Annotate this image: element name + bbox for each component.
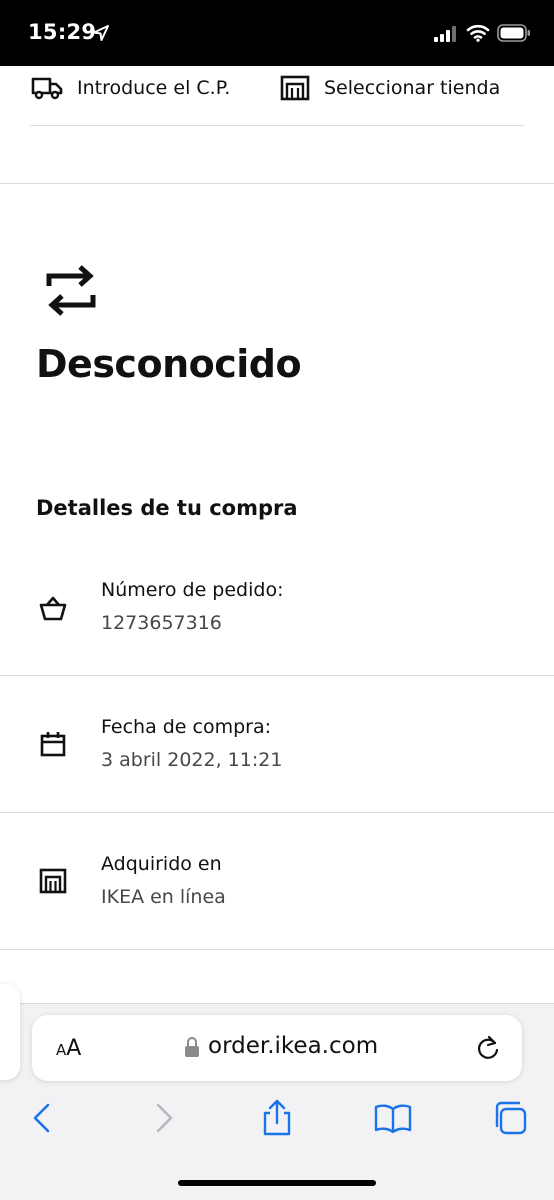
purchase-details-heading: Detalles de tu compra: [36, 496, 298, 520]
row-divider: [0, 949, 554, 950]
select-store-button[interactable]: Seleccionar tienda: [280, 70, 500, 106]
detail-label: Número de pedido:: [101, 579, 284, 601]
exchange-arrows-icon: [46, 265, 96, 316]
basket-icon: [39, 596, 67, 621]
text-size-large-a: A: [66, 1036, 82, 1061]
home-indicator: [178, 1180, 376, 1186]
previous-tab-preview[interactable]: [0, 984, 20, 1080]
detail-label: Fecha de compra:: [101, 716, 272, 738]
cellular-signal-icon: [434, 26, 456, 42]
forward-icon[interactable]: [144, 1098, 184, 1138]
postal-code-button[interactable]: Introduce el C.P.: [31, 70, 230, 106]
select-store-label: Seleccionar tienda: [324, 77, 501, 99]
battery-icon: [497, 24, 530, 42]
divider: [30, 125, 524, 126]
truck-icon: [31, 77, 63, 100]
reload-icon[interactable]: [475, 1034, 501, 1062]
back-icon[interactable]: [22, 1098, 62, 1138]
detail-row-purchased-at: Adquirido en IKEA en línea: [0, 813, 554, 949]
status-time: 15:29: [28, 20, 97, 44]
bookmarks-icon[interactable]: [373, 1098, 413, 1138]
detail-row-purchase-date: Fecha de compra: 3 abril 2022, 11:21: [0, 676, 554, 812]
purchase-date-value: 3 abril 2022, 11:21: [101, 749, 283, 771]
purchased-at-value: IKEA en línea: [101, 886, 226, 908]
delivery-options-row: Introduce el C.P. Seleccionar tienda: [0, 66, 554, 126]
store-icon: [39, 868, 67, 894]
calendar-icon: [40, 732, 66, 757]
order-status-title: Desconocido: [36, 342, 302, 386]
share-icon[interactable]: [257, 1098, 297, 1138]
location-arrow-icon: [93, 25, 109, 41]
lock-icon: [185, 1037, 199, 1057]
detail-row-order-number: Número de pedido: 1273657316: [0, 540, 554, 676]
text-size-button[interactable]: AA: [56, 1036, 81, 1061]
store-icon: [280, 75, 310, 101]
order-number-value: 1273657316: [101, 612, 222, 634]
postal-code-label: Introduce el C.P.: [77, 77, 231, 99]
wifi-icon: [466, 24, 490, 42]
url-text[interactable]: order.ikea.com: [208, 1033, 378, 1059]
status-bar: 15:29: [0, 0, 554, 66]
detail-label: Adquirido en: [101, 853, 222, 875]
tabs-icon[interactable]: [490, 1098, 530, 1138]
text-size-small-a: A: [56, 1041, 67, 1059]
section-divider: [0, 183, 554, 184]
